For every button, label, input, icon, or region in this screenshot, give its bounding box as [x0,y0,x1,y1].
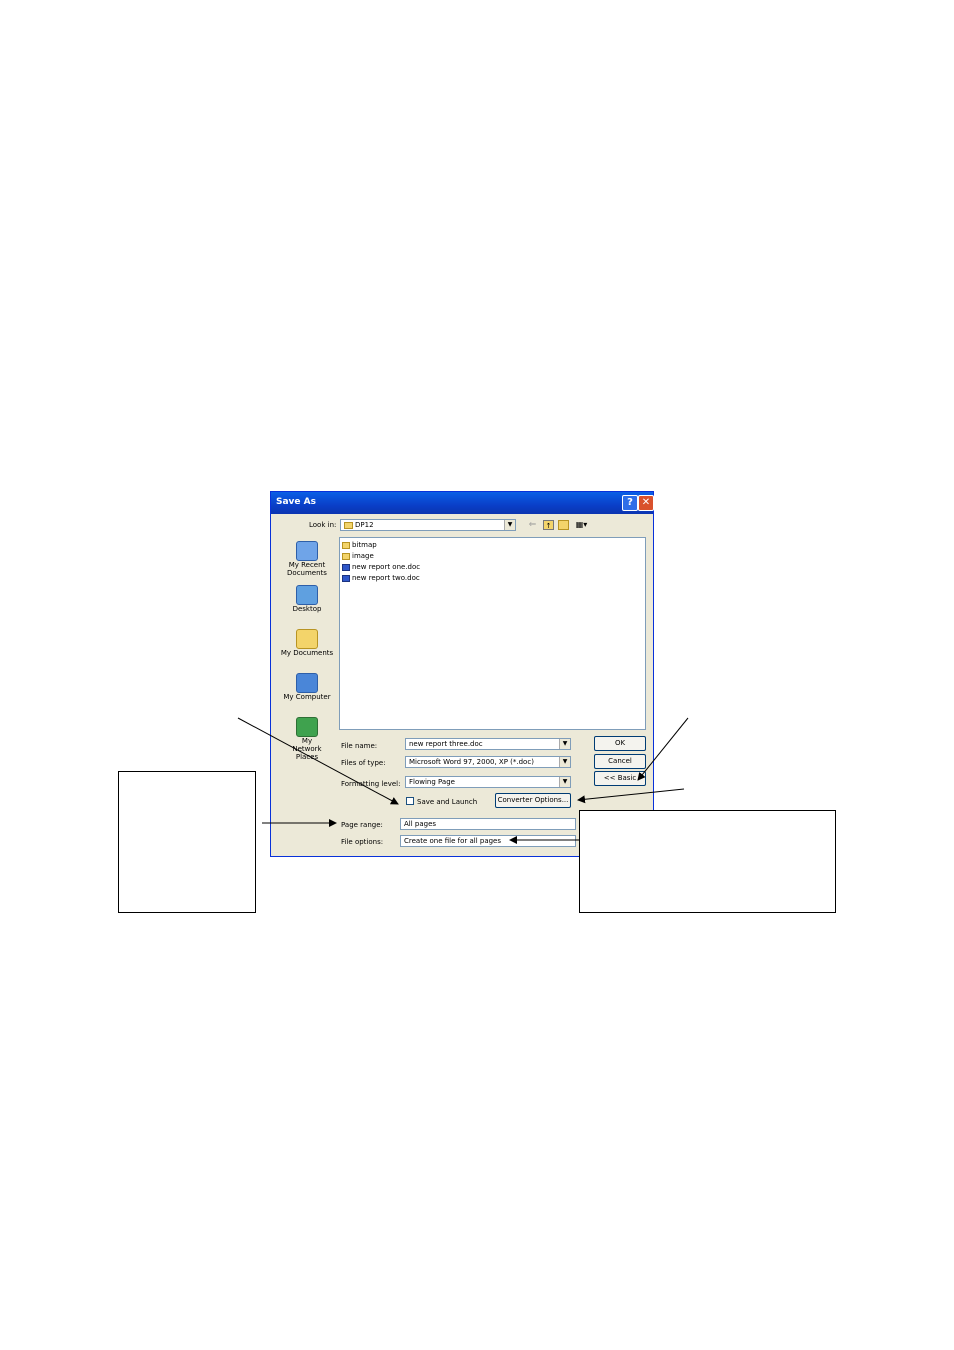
annotation-arrows [237,717,689,844]
arrow-to-basic [637,717,689,781]
arrow-to-save-launch [237,717,399,805]
arrow-to-converter [577,788,685,804]
